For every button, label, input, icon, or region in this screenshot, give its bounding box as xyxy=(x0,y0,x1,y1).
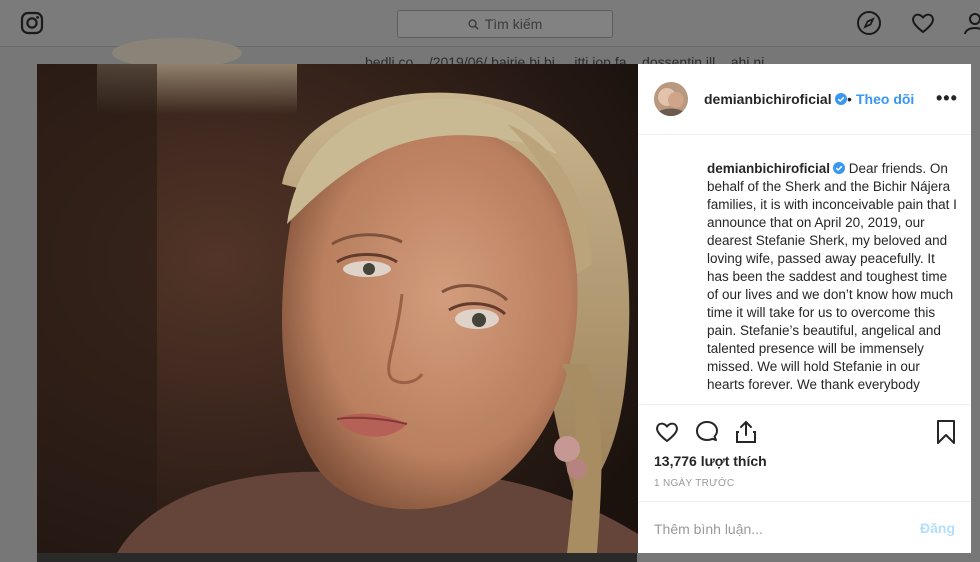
heart-icon[interactable] xyxy=(910,10,936,36)
caption-username[interactable]: demianbichiroficial xyxy=(707,161,846,176)
post-side-panel: demianbichiroficial • Theo dõi ••• demia… xyxy=(638,64,971,553)
header-username[interactable]: demianbichiroficial xyxy=(704,91,847,107)
post-caption: demianbichiroficial Dear friends. On beh… xyxy=(707,160,959,394)
verified-badge-icon xyxy=(834,93,847,105)
search-icon xyxy=(468,18,479,30)
search-box[interactable]: Tìm kiếm xyxy=(397,10,613,38)
more-options-icon[interactable]: ••• xyxy=(936,88,958,109)
post-timestamp[interactable]: 1 NGÀY TRƯỚC xyxy=(654,478,734,489)
post-modal: demianbichiroficial • Theo dõi ••• demia… xyxy=(37,64,971,553)
like-heart-icon[interactable] xyxy=(654,419,680,445)
post-actions: 13,776 lượt thích 1 NGÀY TRƯỚC Đăng xyxy=(638,404,971,554)
post-photo[interactable] xyxy=(37,64,638,553)
share-icon[interactable] xyxy=(733,419,759,445)
post-comment-button[interactable]: Đăng xyxy=(920,520,955,536)
bookmark-icon[interactable] xyxy=(933,419,959,445)
comment-icon[interactable] xyxy=(694,419,720,445)
post-header: demianbichiroficial • Theo dõi ••• xyxy=(638,64,971,135)
follow-button[interactable]: Theo dõi xyxy=(856,91,914,107)
background-thumbnails xyxy=(37,552,637,562)
instagram-icon[interactable] xyxy=(20,11,44,35)
user-icon[interactable] xyxy=(962,10,980,36)
comments-section[interactable]: demianbichiroficial Dear friends. On beh… xyxy=(638,135,971,403)
portrait-image xyxy=(37,64,638,553)
compass-icon[interactable] xyxy=(856,10,882,36)
search-placeholder: Tìm kiếm xyxy=(484,16,543,32)
separator-dot: • xyxy=(847,91,852,107)
avatar[interactable] xyxy=(654,82,688,116)
caption-username-text[interactable]: demianbichiroficial xyxy=(707,161,830,176)
likes-count[interactable]: 13,776 lượt thích xyxy=(654,453,767,469)
verified-badge-icon xyxy=(833,162,846,174)
add-comment-row: Đăng xyxy=(638,501,971,555)
header-username-text[interactable]: demianbichiroficial xyxy=(704,91,832,107)
caption-text: Dear friends. On behalf of the Sherk and… xyxy=(707,161,957,392)
comment-input[interactable] xyxy=(654,518,904,540)
